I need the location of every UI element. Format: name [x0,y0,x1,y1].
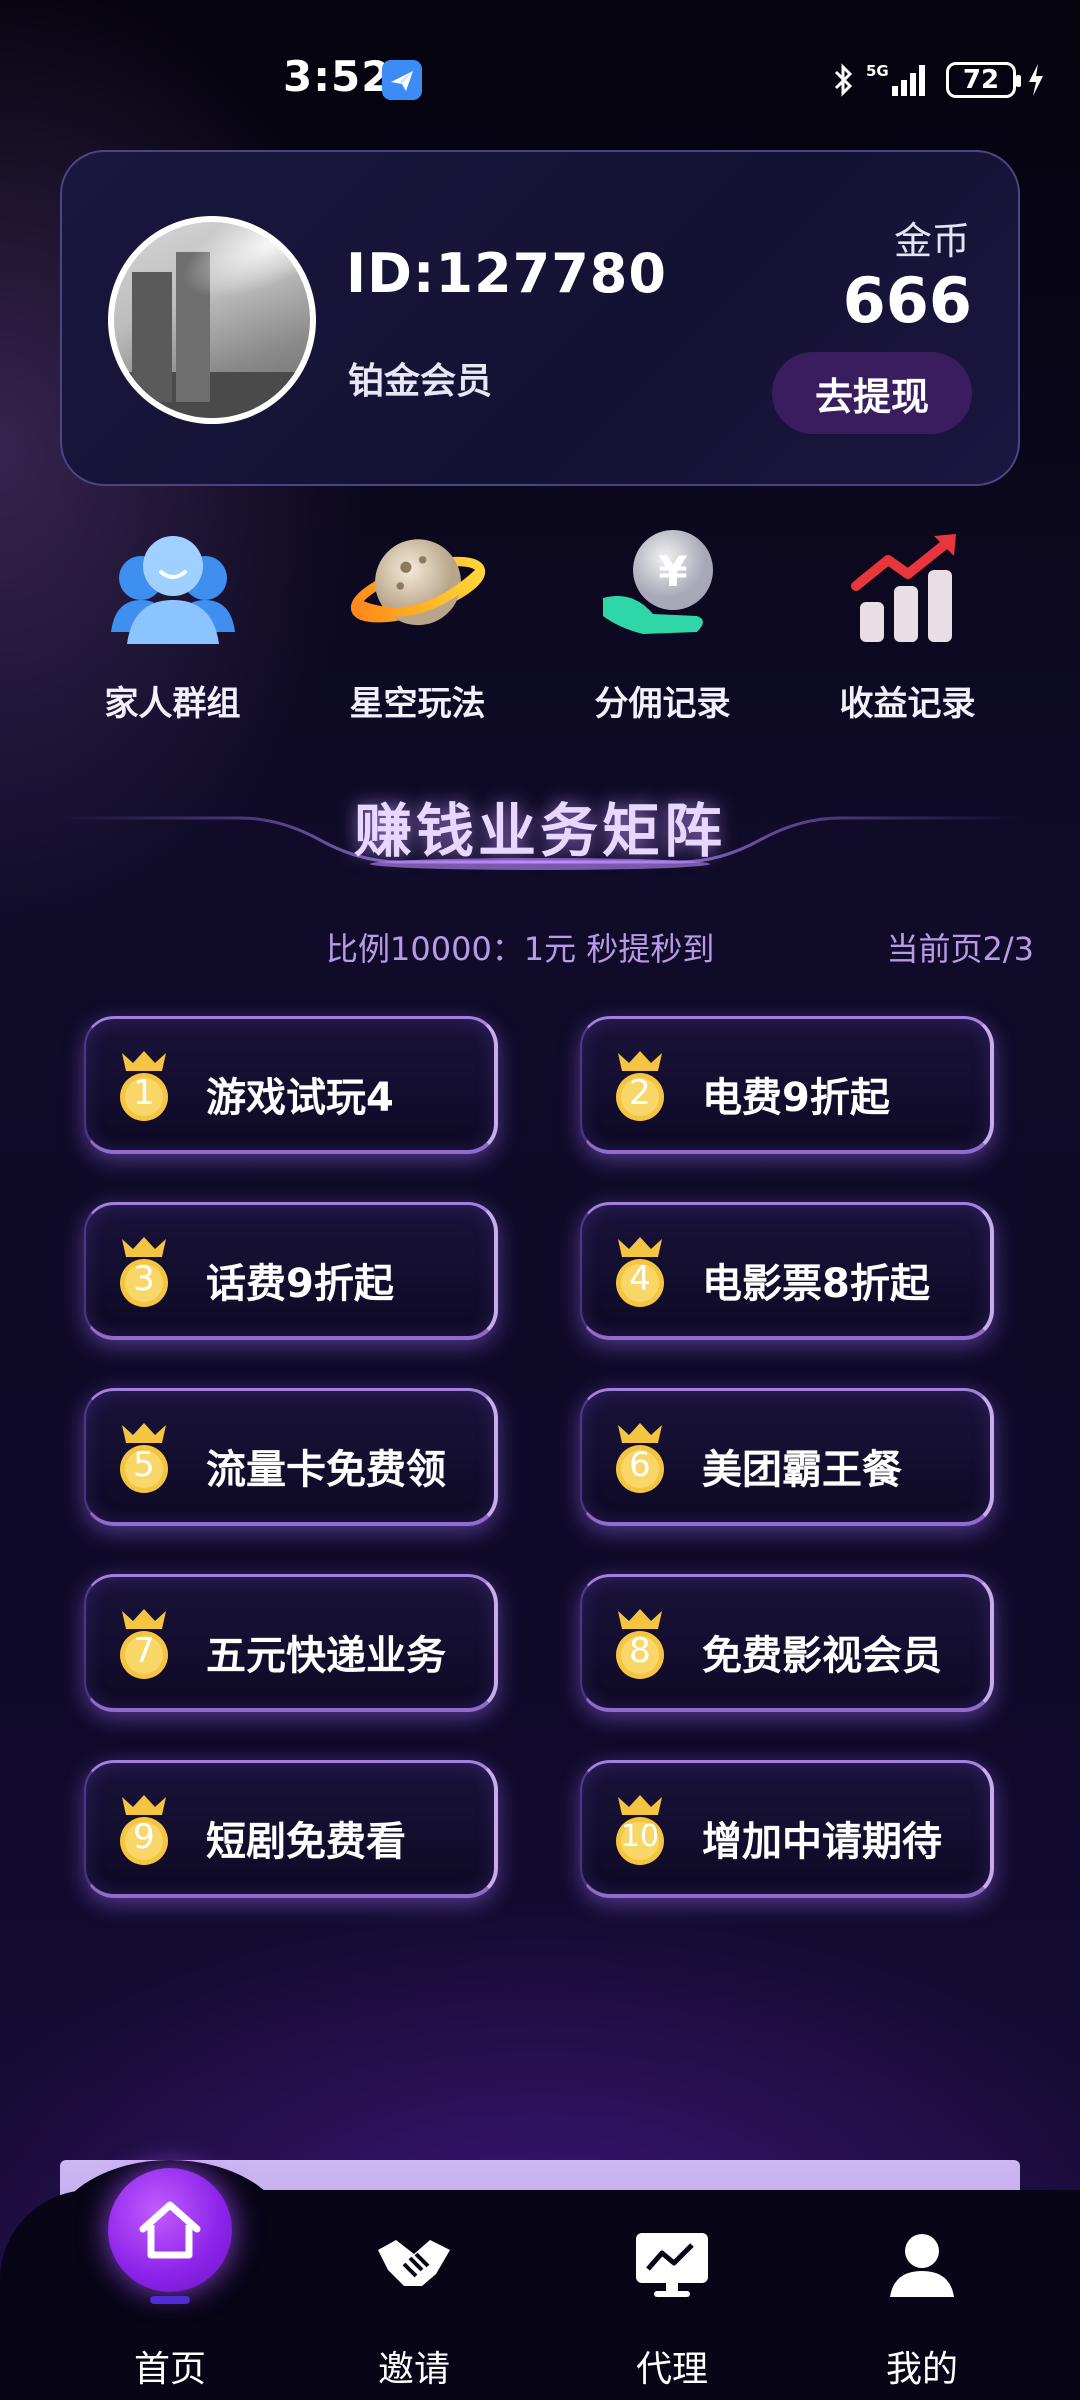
planet-icon [348,520,488,650]
service-label: 免费影视会员 [702,1633,942,1679]
service-card-phone-bill[interactable]: 3 话费9折起 [84,1202,498,1340]
quick-action-family-group[interactable]: 家人群组 [50,520,295,730]
coin-value: 666 [842,264,972,337]
quick-action-label: 收益记录 [839,684,976,724]
profile-card: ID:127780 铂金会员 金币 666 去提现 [60,150,1020,486]
battery-indicator: 72 [946,62,1021,98]
user-icon [877,2220,967,2310]
avatar[interactable] [108,216,316,424]
service-card-game-trial[interactable]: 1 游戏试玩4 [84,1016,498,1154]
rank-number: 7 [133,1631,155,1671]
tab-label: 邀请 [377,2349,450,2390]
status-time: 3:52 [283,52,392,101]
svg-text:¥: ¥ [658,547,687,596]
rank-number: 1 [133,1073,155,1113]
service-label: 游戏试玩4 [206,1075,394,1121]
page-indicator: 当前页2/3 [886,930,1034,968]
service-label: 美团霸王餐 [702,1447,902,1493]
tab-mine[interactable]: 我的 [822,2220,1022,2400]
rank-number: 10 [620,1819,660,1854]
service-card-express[interactable]: 7 五元快递业务 [84,1574,498,1712]
paper-plane-app-icon [382,60,422,100]
rank-number: 4 [629,1259,651,1299]
member-level: 铂金会员 [348,361,493,402]
service-card-meituan-meal[interactable]: 6 美团霸王餐 [580,1388,994,1526]
svg-text:5G: 5G [866,62,889,80]
withdraw-button[interactable]: 去提现 [772,352,972,434]
family-group-icon [103,520,243,650]
service-label: 话费9折起 [206,1261,394,1307]
section-header: 赚钱业务矩阵 [0,770,1080,890]
signal-5g-icon: 5G [866,60,936,100]
agent-monitor-icon [627,2220,717,2310]
coin-label: 金币 [893,219,970,263]
rank-number: 8 [629,1631,651,1671]
service-label: 流量卡免费领 [206,1447,446,1493]
rank-number: 2 [629,1073,651,1113]
service-label: 五元快递业务 [206,1633,446,1679]
bluetooth-icon [832,62,856,98]
service-card-data-card[interactable]: 5 流量卡免费领 [84,1388,498,1526]
quick-action-commission[interactable]: ¥ 分佣记录 [540,520,785,730]
section-title: 赚钱业务矩阵 [353,797,726,865]
tab-invite[interactable]: 邀请 [314,2220,514,2400]
rank-number: 9 [133,1817,155,1857]
earnings-chart-icon [838,520,978,650]
service-label: 电影票8折起 [702,1261,930,1307]
quick-action-label: 家人群组 [104,684,241,724]
rank-number: 5 [133,1445,155,1485]
quick-actions: 家人群组 星空玩法 ¥ 分佣记录 收益记录 [50,520,1030,730]
tab-home[interactable]: 首页 [70,2220,270,2400]
service-label: 电费9折起 [702,1075,890,1121]
user-id: ID:127780 [346,242,667,305]
tab-label: 代理 [635,2349,708,2390]
quick-action-label: 星空玩法 [349,684,486,724]
quick-action-earnings[interactable]: 收益记录 [785,520,1030,730]
handshake-icon [369,2220,459,2310]
exchange-ratio-text: 比例10000：1元 秒提秒到 [326,930,715,968]
rank-number: 6 [629,1445,651,1485]
commission-icon: ¥ [593,520,733,650]
rank-number: 3 [133,1259,155,1299]
service-card-video-membership[interactable]: 8 免费影视会员 [580,1574,994,1712]
service-card-short-drama[interactable]: 9 短剧免费看 [84,1760,498,1898]
status-bar: 3:52 5G 72 [0,0,1080,150]
charging-bolt-icon [1026,62,1046,98]
tab-label: 首页 [133,2349,206,2390]
quick-action-label: 分佣记录 [594,684,731,724]
service-card-electricity[interactable]: 2 电费9折起 [580,1016,994,1154]
service-label: 短剧免费看 [206,1819,406,1865]
service-card-coming-soon[interactable]: 10 增加中请期待 [580,1760,994,1898]
quick-action-planet[interactable]: 星空玩法 [295,520,540,730]
tab-label: 我的 [885,2349,958,2390]
tab-agent[interactable]: 代理 [572,2220,772,2400]
status-indicators: 5G 72 [832,58,1046,102]
service-card-movie-ticket[interactable]: 4 电影票8折起 [580,1202,994,1340]
service-label: 增加中请期待 [702,1819,942,1865]
